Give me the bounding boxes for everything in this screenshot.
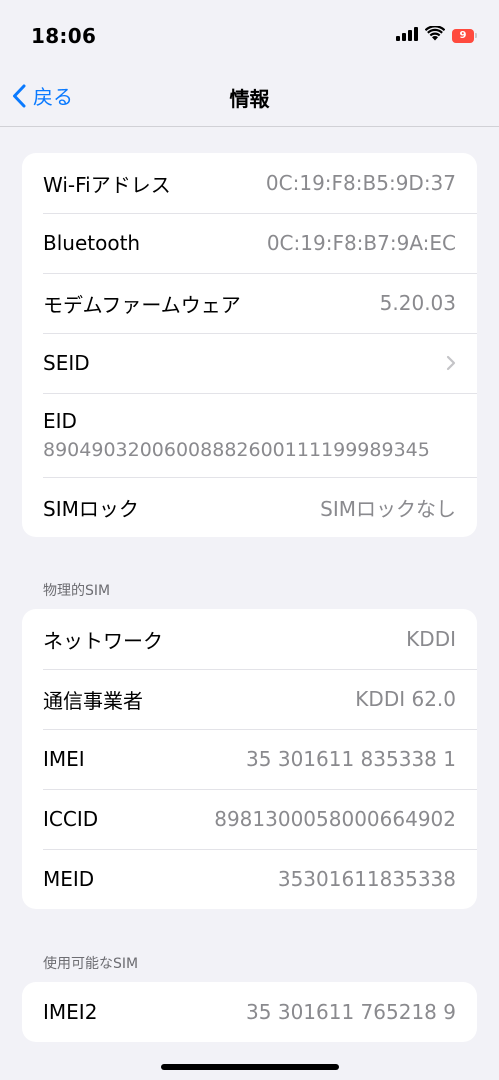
row-value: KDDI 62.0 [355,687,456,711]
row-iccid[interactable]: ICCID 8981300058000664902 [22,789,477,849]
row-carrier[interactable]: 通信事業者 KDDI 62.0 [22,669,477,729]
row-value: 5.20.03 [379,291,456,315]
battery-level: 9 [459,29,467,41]
device-info-group: Wi-Fiアドレス 0C:19:F8:B5:9D:37 Bluetooth 0C… [22,153,477,537]
row-label: Wi-Fiアドレス [43,172,171,197]
row-value: 0C:19:F8:B7:9A:EC [266,231,456,255]
row-value: 35 301611 835338 1 [246,747,456,771]
row-value: 35301611835338 [277,867,456,891]
battery-icon: 9 [452,28,477,43]
row-network[interactable]: ネットワーク KDDI [22,609,477,669]
row-value: SIMロックなし [320,496,456,521]
row-label: ネットワーク [43,628,163,653]
row-sim-lock[interactable]: SIMロック SIMロックなし [22,477,477,537]
row-label: 通信事業者 [43,688,143,713]
row-wifi-address[interactable]: Wi-Fiアドレス 0C:19:F8:B5:9D:37 [22,153,477,213]
row-eid[interactable]: EID 89049032006008882600111199989345 [22,393,477,477]
row-label: MEID [43,867,95,891]
row-value: 0C:19:F8:B5:9D:37 [265,171,456,195]
navigation-bar: 戻る 情報 [0,60,499,127]
row-label: EID [43,409,77,433]
row-modem-firmware[interactable]: モデムファームウェア 5.20.03 [22,273,477,333]
physical-sim-group: ネットワーク KDDI 通信事業者 KDDI 62.0 IMEI 35 3016… [22,609,477,909]
row-label: IMEI2 [43,1000,98,1024]
row-value: 35 301611 765218 9 [246,1000,456,1024]
available-sim-group: IMEI2 35 301611 765218 9 [22,982,477,1042]
status-bar: 18:06 9 [0,0,499,60]
row-meid[interactable]: MEID 35301611835338 [22,849,477,909]
status-time: 18:06 [31,24,97,48]
row-imei2[interactable]: IMEI2 35 301611 765218 9 [22,982,477,1042]
row-label: ICCID [43,807,99,831]
page-title: 情報 [229,87,270,111]
chevron-right-icon [446,355,456,371]
row-value: 89049032006008882600111199989345 [43,439,430,461]
row-label: SEID [43,351,90,375]
status-icons: 9 [396,25,477,45]
row-bluetooth[interactable]: Bluetooth 0C:19:F8:B7:9A:EC [22,213,477,273]
home-indicator[interactable] [160,1064,339,1070]
cellular-signal-icon [396,26,418,45]
section-header-available-sim: 使用可能なSIM [43,956,139,972]
row-label: Bluetooth [43,231,141,255]
row-value: KDDI [406,627,456,651]
row-label: IMEI [43,747,85,771]
row-value: 8981300058000664902 [214,807,456,831]
wifi-icon [424,25,446,45]
row-imei[interactable]: IMEI 35 301611 835338 1 [22,729,477,789]
row-label: SIMロック [43,496,139,521]
row-label: モデムファームウェア [43,292,241,317]
row-seid[interactable]: SEID [22,333,477,393]
section-header-physical-sim: 物理的SIM [43,583,111,599]
